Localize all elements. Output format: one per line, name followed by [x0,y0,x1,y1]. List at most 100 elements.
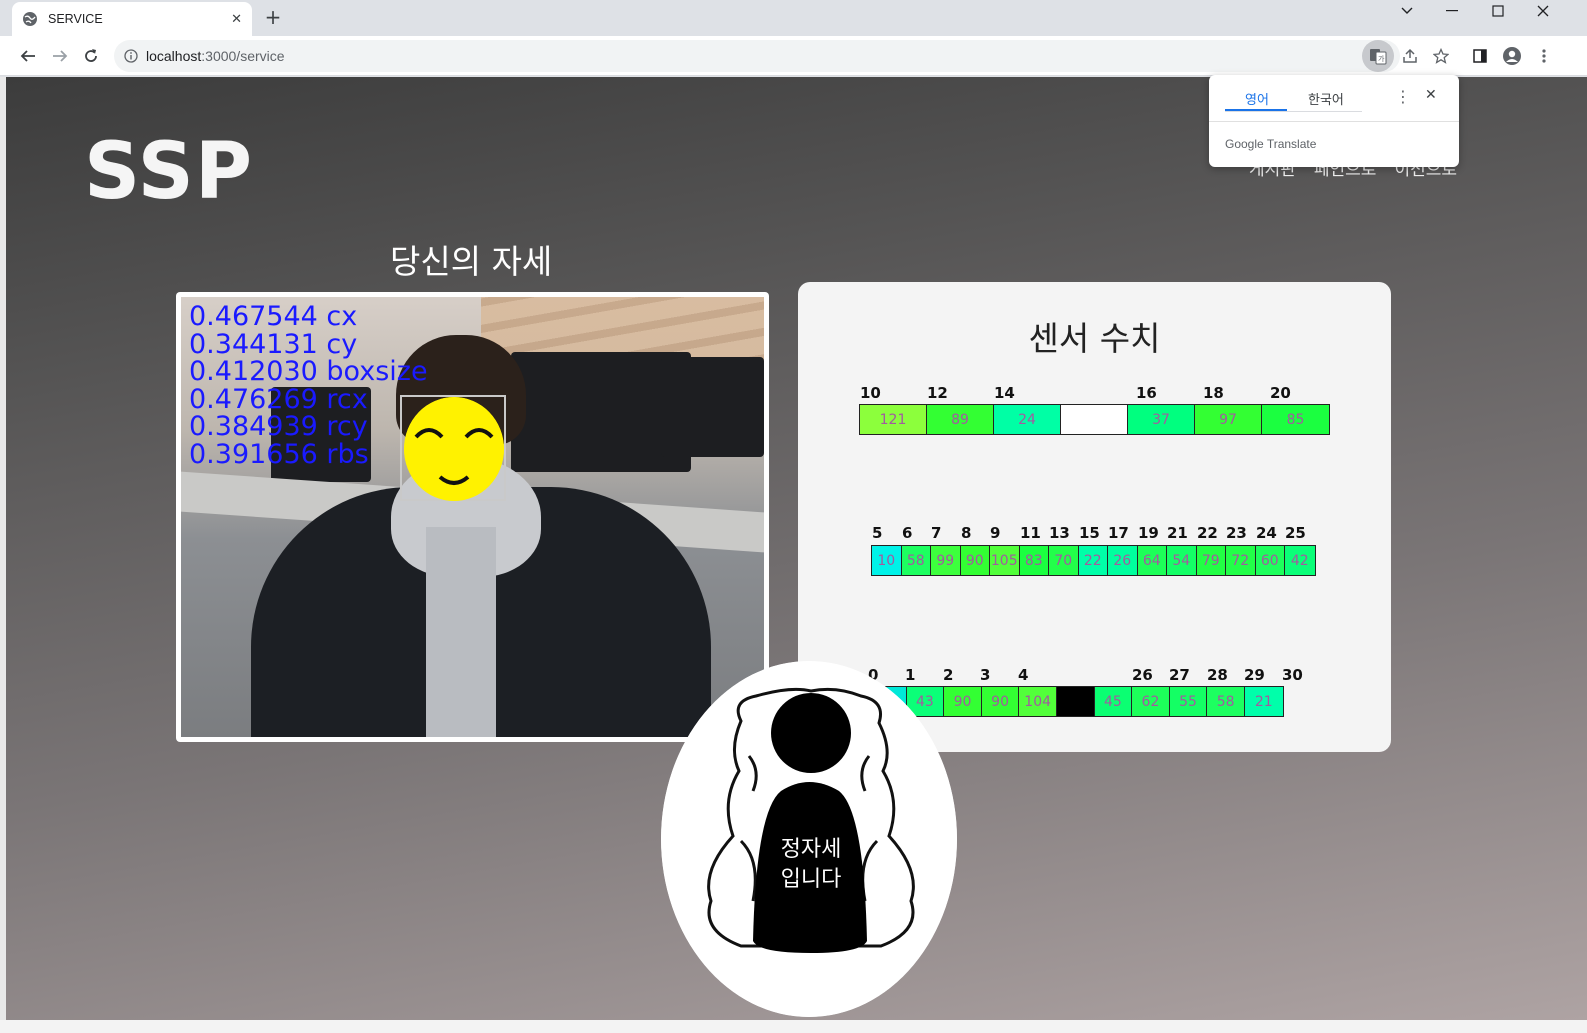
info-icon[interactable] [124,49,138,63]
sensor-label: 14 [994,384,1015,402]
sensor-label: 12 [927,384,948,402]
side-panel-icon[interactable] [1468,44,1492,68]
svg-text:가: 가 [1378,54,1385,63]
sensor-cell: 89 [927,405,994,434]
camera-image: 0.467544 cx 0.344131 cy 0.412030 boxsize 0.… [181,297,764,737]
tab-title: SERVICE [48,12,103,26]
sensor-cell: 62 [1132,687,1170,716]
url-text: localhost:3000/service [146,48,285,64]
sensor-cell: 97 [1195,405,1262,434]
sensor-label: 6 [902,524,913,542]
translate-tab-english[interactable]: 영어 [1245,89,1269,108]
sensor-row-2: 10 58 99 90 105 83 70 22 26 64 54 79 72 60 42 [871,545,1316,576]
translate-popup: 영어 한국어 ⋮ ✕ Google Translate [1209,75,1459,167]
sensor-label: 11 [1020,524,1041,542]
sensor-label: 17 [1108,524,1129,542]
translate-tab-korean[interactable]: 한국어 [1308,89,1344,108]
sensor-cell: 22 [1078,546,1108,575]
sensor-cell: 79 [1196,546,1226,575]
close-tab-icon[interactable]: ✕ [231,12,242,27]
forward-icon[interactable] [48,44,72,68]
sensor-row-3-labels: 0 1 2 3 4 26 27 28 29 30 [868,666,1348,686]
sensor-label: 8 [961,524,972,542]
sensor-row-3: 43 90 90 104 45 62 55 58 21 [868,686,1284,717]
sensor-label: 18 [1203,384,1224,402]
sensor-cell: 58 [901,546,931,575]
sensor-cell: 37 [1128,405,1195,434]
globe-icon [23,12,37,26]
tab-service[interactable]: SERVICE ✕ [12,2,252,36]
sensor-row-1: 121 89 24 37 97 85 [859,404,1330,435]
sensor-cell: 26 [1108,546,1138,575]
translate-menu-icon[interactable]: ⋮ [1395,87,1411,106]
translate-icon[interactable]: 가 [1362,40,1394,72]
sensor-row-2-labels: 5 6 7 8 9 11 13 15 17 19 21 22 23 24 25 [872,524,1332,544]
translate-close-icon[interactable]: ✕ [1425,87,1437,103]
sensor-label: 19 [1138,524,1159,542]
back-icon[interactable] [16,44,40,68]
sensor-title: 센서 수치 [1028,319,1161,358]
profile-avatar-icon[interactable] [1500,44,1524,68]
sensor-cell: 121 [860,405,927,434]
sensor-cell: 55 [1169,687,1208,716]
sensor-card: 센서 수치 10 12 14 16 18 20 121 89 24 37 97 85 5 … [798,282,1391,752]
new-tab-button[interactable]: + [262,7,284,29]
sensor-label: 29 [1244,666,1265,684]
sensor-label: 27 [1169,666,1190,684]
sensor-label: 4 [1018,666,1029,684]
menu-kebab-icon[interactable] [1532,44,1556,68]
address-bar[interactable]: localhost:3000/service [114,40,1400,72]
window-close-icon[interactable] [1521,0,1565,22]
bookmark-star-icon[interactable] [1429,44,1453,68]
sensor-label: 16 [1136,384,1157,402]
sensor-cell: 83 [1019,546,1049,575]
sensor-cell: 60 [1255,546,1285,575]
sensor-cell: 21 [1244,687,1283,716]
posture-heading: 당신의 자세 [390,242,553,281]
sensor-label: 5 [872,524,883,542]
sensor-cell: 85 [1262,405,1329,434]
sensor-cell: 42 [1285,546,1315,575]
sensor-label: 28 [1207,666,1228,684]
sensor-label: 2 [943,666,954,684]
sensor-cell: 64 [1137,546,1167,575]
translate-tab-line [1225,111,1362,112]
sensor-label: 9 [990,524,1001,542]
sensor-cell: 104 [1019,687,1057,716]
sensor-cell: 99 [931,546,961,575]
overlay-line-boxsize: 0.412030 boxsize [189,356,428,387]
sensor-cell: 45 [1094,687,1133,716]
sensor-label: 10 [860,384,881,402]
browser-toolbar: localhost:3000/service [0,36,1587,76]
person-shirt [426,527,496,737]
minimize-icon[interactable] [1430,0,1474,22]
camera-feed: 0.467544 cx 0.344131 cy 0.412030 boxsize 0.… [176,292,769,742]
page-viewport: SSP 게시판 페인으로 이전으로 당신의 자세 0.467544 cx 0.34 [6,77,1587,1020]
sensor-cell: 90 [944,687,982,716]
maximize-icon[interactable] [1476,0,1520,22]
sensor-cell: 70 [1049,546,1079,575]
sensor-cell: 90 [960,546,990,575]
tab-search-icon[interactable] [1385,0,1429,22]
bottom-strip [0,1020,1587,1033]
overlay-line-cx: 0.467544 cx [189,301,358,332]
sensor-cell: 58 [1207,687,1245,716]
sensor-cell [1056,687,1095,716]
sensor-cell: 10 [872,546,902,575]
sensor-cell: 24 [994,405,1061,434]
reload-icon[interactable] [79,44,103,68]
sensor-cell: 105 [990,546,1020,575]
camera-overlay-text: 0.467544 cx 0.344131 cy 0.412030 boxsize 0.… [189,303,428,468]
sensor-cell: 90 [981,687,1020,716]
sensor-label: 22 [1197,524,1218,542]
posture-illustration: 정자세 입니다 [661,661,957,1017]
sensor-label: 21 [1167,524,1188,542]
monitor-image [661,357,764,457]
site-logo[interactable]: SSP [84,127,253,217]
sensor-label: 24 [1256,524,1277,542]
translate-divider [1209,121,1459,122]
overlay-line-rcy: 0.384939 rcy [189,411,368,442]
sensor-label: 1 [905,666,916,684]
sensor-label: 25 [1285,524,1306,542]
share-icon[interactable] [1398,44,1422,68]
